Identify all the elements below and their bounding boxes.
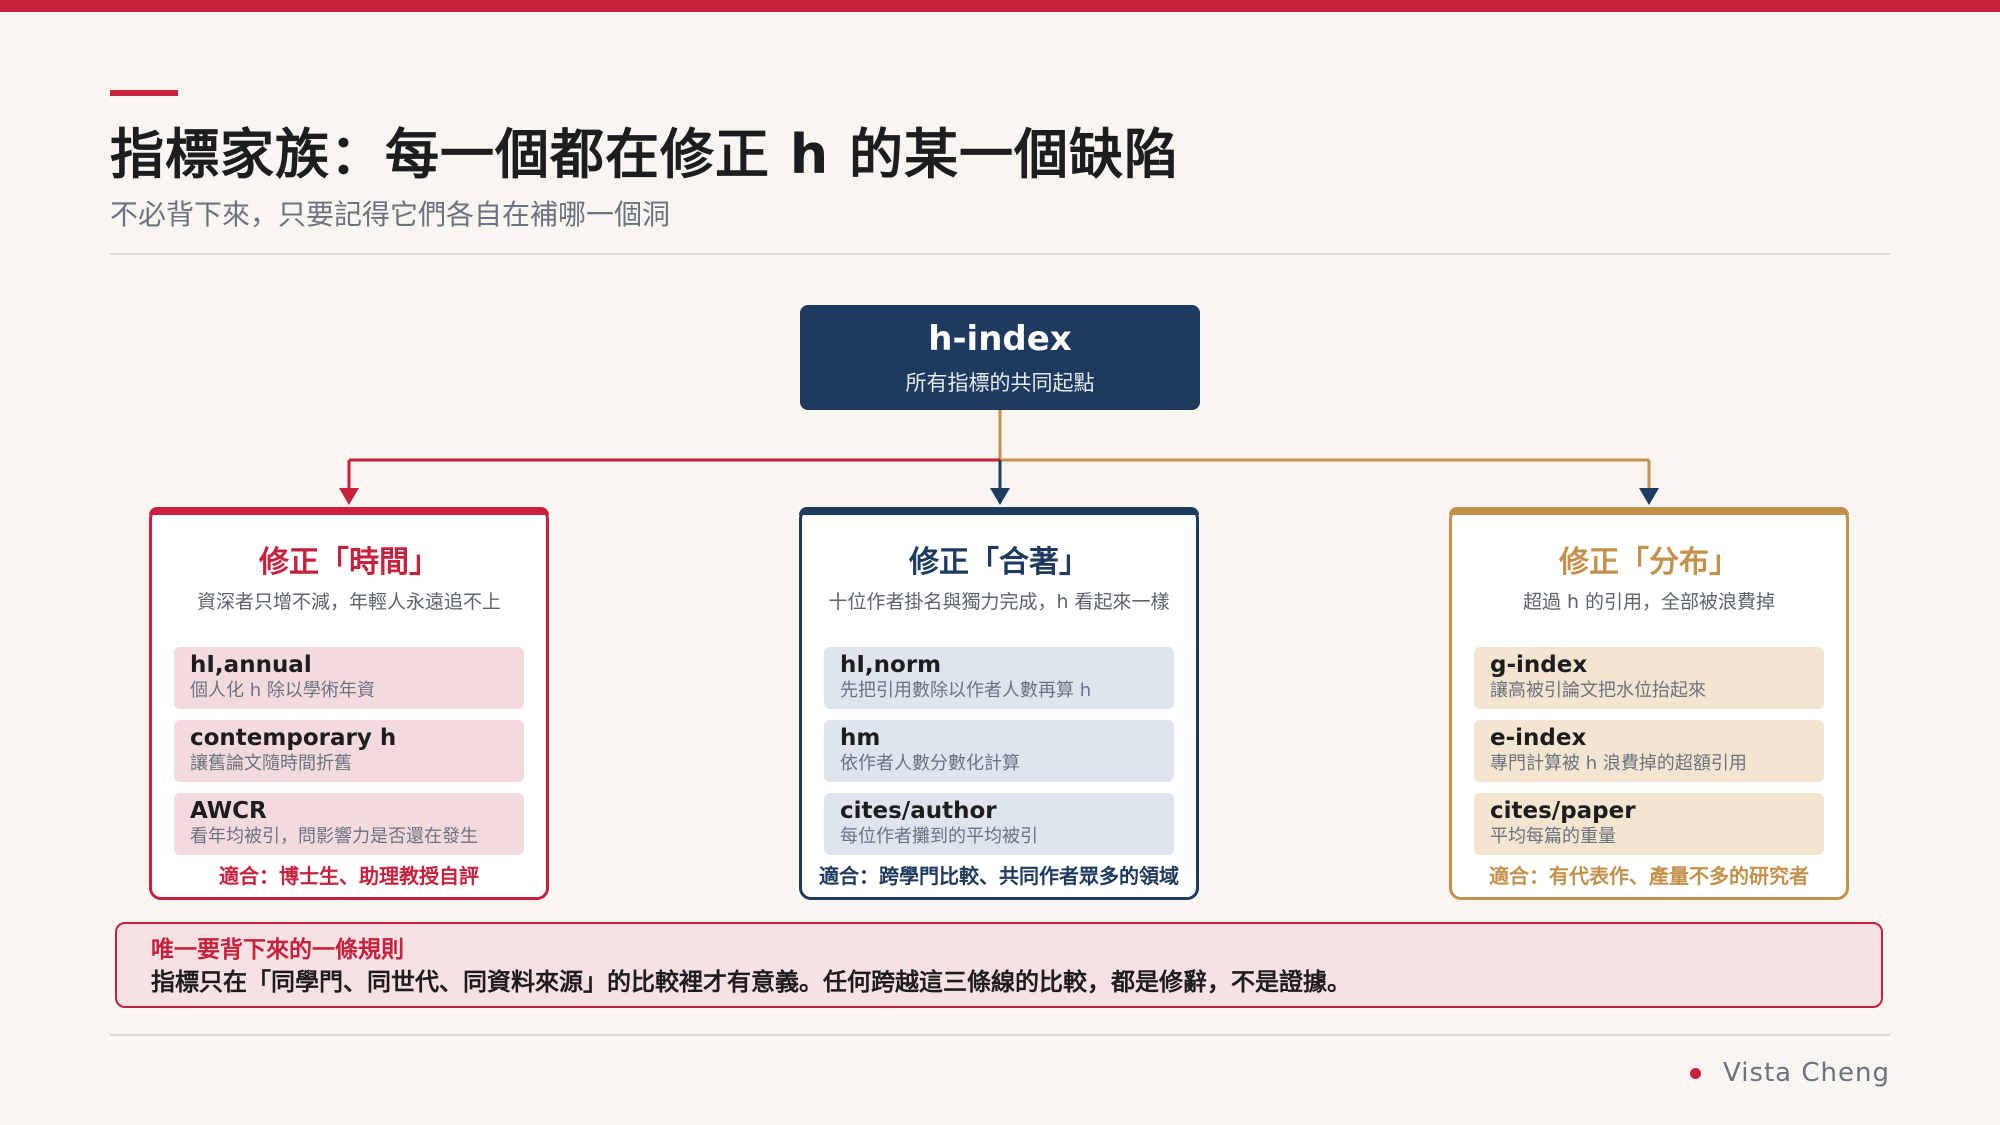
metric-description: 先把引用數除以作者人數再算 h [840, 680, 1092, 701]
metric-description: 讓舊論文隨時間折舊 [190, 753, 352, 774]
metric-item: hI,annual 個人化 h 除以學術年資 [174, 647, 524, 709]
title-accent-line [110, 90, 178, 96]
metric-item: cites/paper 平均每篇的重量 [1474, 793, 1824, 855]
metric-item: g-index 讓高被引論文把水位抬起來 [1474, 647, 1824, 709]
top-accent-bar [0, 0, 2000, 12]
metric-item: contemporary h 讓舊論文隨時間折舊 [174, 720, 524, 782]
metric-item: cites/author 每位作者攤到的平均被引 [824, 793, 1174, 855]
metric-description: 讓高被引論文把水位抬起來 [1490, 680, 1706, 701]
metric-item: hm 依作者人數分數化計算 [824, 720, 1174, 782]
metric-item: hI,norm 先把引用數除以作者人數再算 h [824, 647, 1174, 709]
key-rule-heading: 唯一要背下來的一條規則 [151, 937, 404, 963]
page-title: 指標家族：每一個都在修正 h 的某一個缺陷 [110, 123, 1180, 186]
metric-description: 個人化 h 除以學術年資 [190, 680, 375, 701]
footer-divider [110, 1034, 1890, 1036]
root-node-h-index: h-index 所有指標的共同起點 [800, 305, 1200, 410]
metric-description: 看年均被引，問影響力是否還在發生 [190, 826, 478, 847]
footer: Vista Cheng [1690, 1058, 1890, 1088]
root-subtitle: 所有指標的共同起點 [905, 371, 1095, 395]
arrow-time-icon [339, 488, 359, 505]
key-rule-callout: 唯一要背下來的一條規則 指標只在「同學門、同世代、同資料來源」的比較裡才有意義。… [115, 922, 1883, 1008]
branch-fit-note: 適合：跨學門比較、共同作者眾多的領域 [819, 864, 1179, 888]
header-divider [110, 253, 1890, 255]
footer-dot-icon [1690, 1067, 1701, 1079]
metric-item: AWCR 看年均被引，問影響力是否還在發生 [174, 793, 524, 855]
branch-fit-note: 適合：有代表作、產量不多的研究者 [1489, 864, 1809, 888]
metric-description: 依作者人數分數化計算 [840, 753, 1020, 774]
arrow-coauthor-icon [990, 488, 1010, 505]
metric-name: hI,norm [840, 652, 942, 678]
branch-time: 修正「時間」 資深者只增不減，年輕人永遠追不上 hI,annual 個人化 h … [149, 507, 549, 900]
metric-name: hI,annual [190, 652, 312, 678]
page-subtitle: 不必背下來，只要記得它們各自在補哪一個洞 [110, 198, 671, 231]
metric-name: e-index [1490, 725, 1587, 751]
metric-description: 每位作者攤到的平均被引 [840, 826, 1038, 847]
branch-title: 修正「分布」 [1559, 545, 1739, 580]
metric-description: 專門計算被 h 浪費掉的超額引用 [1490, 753, 1747, 774]
branch-description: 資深者只增不減，年輕人永遠追不上 [196, 591, 501, 613]
branch-distribution: 修正「分布」 超過 h 的引用，全部被浪費掉 g-index 讓高被引論文把水位… [1449, 507, 1849, 900]
branch-description: 超過 h 的引用，全部被浪費掉 [1522, 591, 1776, 613]
metric-name: contemporary h [190, 725, 397, 751]
branch-title: 修正「合著」 [909, 545, 1089, 580]
metric-name: cites/author [840, 798, 997, 824]
metric-name: AWCR [190, 798, 267, 824]
branch-fit-note: 適合：博士生、助理教授自評 [219, 864, 479, 888]
metric-name: hm [840, 725, 881, 751]
metric-description: 平均每篇的重量 [1490, 826, 1616, 847]
branch-description: 十位作者掛名與獨力完成，h 看起來一樣 [828, 591, 1170, 613]
branch-title: 修正「時間」 [259, 545, 439, 580]
metric-name: g-index [1490, 652, 1588, 678]
key-rule-text: 指標只在「同學門、同世代、同資料來源」的比較裡才有意義。任何跨越這三條線的比較，… [151, 968, 1351, 996]
metric-name: cites/paper [1490, 798, 1636, 824]
branch-coauthorship: 修正「合著」 十位作者掛名與獨力完成，h 看起來一樣 hI,norm 先把引用數… [799, 507, 1199, 900]
arrow-dist-icon [1639, 488, 1659, 505]
root-title: h-index [928, 319, 1072, 359]
footer-author: Vista Cheng [1723, 1058, 1890, 1088]
metric-item: e-index 專門計算被 h 浪費掉的超額引用 [1474, 720, 1824, 782]
